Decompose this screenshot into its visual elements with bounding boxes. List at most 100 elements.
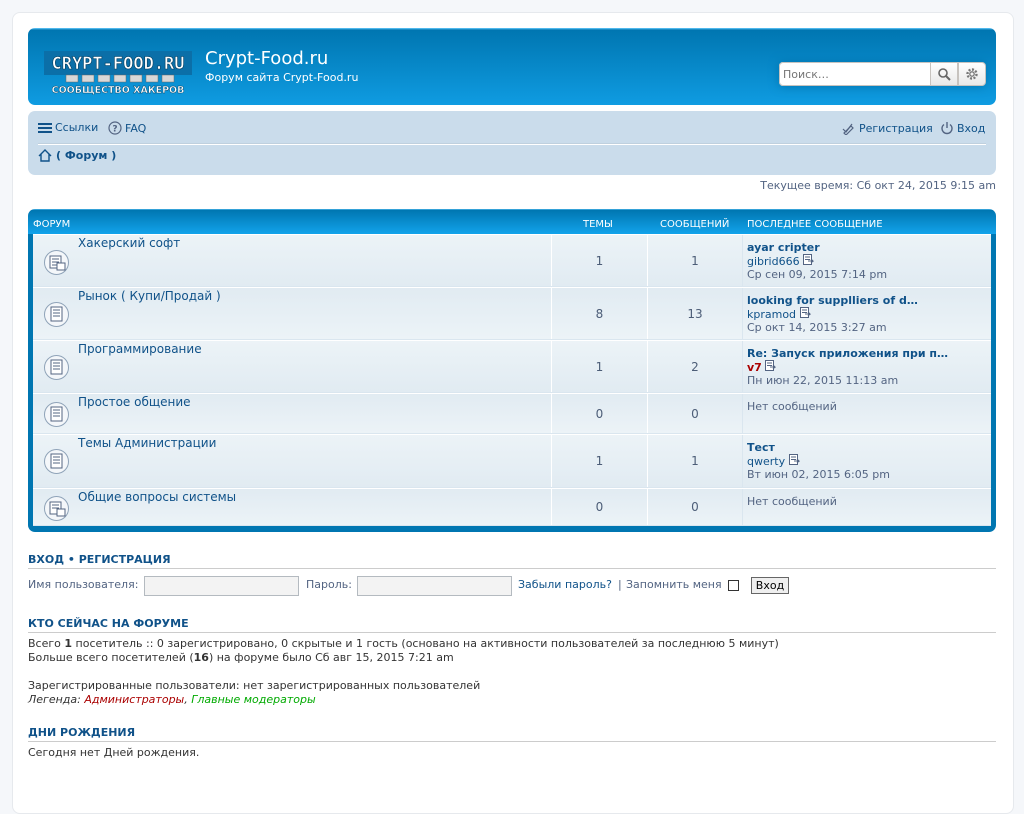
forum-posts-count: 13 [647,288,743,339]
last-post: ayar cripter gibrid666 Ср сен 09, 2015 7… [747,241,987,281]
nav-faq[interactable]: ? FAQ [108,121,146,135]
last-post-author[interactable]: gibrid666 [747,255,800,268]
last-post: Re: Запуск приложения при п… v7 Пн июн 2… [747,347,987,387]
search-input[interactable] [779,62,932,86]
site-title[interactable]: Crypt-Food.ru [205,48,328,69]
last-post-author[interactable]: qwerty [747,455,785,468]
legend-admins-link[interactable]: Администраторы [84,693,184,706]
header-topics: ТЕМЫ [583,219,613,230]
forum-name[interactable]: Темы Администрации [78,436,216,450]
forum-row: Простое общение 0 0 Нет сообщений [33,393,991,434]
remember-checkbox[interactable] [728,580,739,591]
forum-row: Программирование 1 2 Re: Запуск приложен… [33,340,991,393]
forum-topics-count: 1 [551,235,648,286]
last-post-author[interactable]: kpramod [747,308,796,321]
site-logo[interactable]: CRYPT-FOOD.RU СООБЩЕСТВО ХАКЕРОВ [44,49,192,96]
forum-topics-count: 0 [551,489,648,525]
forum-name[interactable]: Программирование [78,342,202,356]
login-title-link[interactable]: ВХОД [28,553,64,566]
online-total-count: 1 [64,637,73,650]
forum-posts-count: 0 [647,394,743,433]
header-posts: СООБЩЕНИЙ [660,219,730,230]
forum-topics-count: 1 [551,341,648,392]
header-last-post: ПОСЛЕДНЕЕ СООБЩЕНИЕ [747,219,883,230]
birthdays-text: Сегодня нет Дней рождения. [28,746,200,759]
last-post: Нет сообщений [747,400,987,413]
forum-row: Общие вопросы системы 0 0 Нет сообщений [33,488,991,526]
forum-topics-count: 8 [551,288,648,339]
last-post: Тест qwerty Вт июн 02, 2015 6:05 pm [747,441,987,481]
forum-posts-count: 2 [647,341,743,392]
forum-name[interactable]: Рынок ( Купи/Продай ) [78,289,221,303]
site-header: CRYPT-FOOD.RU СООБЩЕСТВО ХАКЕРОВ Crypt-F… [28,28,996,105]
last-post: looking for supplliers of d… kpramod Ср … [747,294,987,334]
forum-list: ФОРУМ ТЕМЫ СООБЩЕНИЙ ПОСЛЕДНЕЕ СООБЩЕНИЕ… [28,209,996,532]
legend-mods-link[interactable]: Главные модераторы [191,693,315,706]
register-title-link[interactable]: РЕГИСТРАЦИЯ [79,553,171,566]
breadcrumb[interactable]: ( Форум ) [38,149,116,162]
no-posts: Нет сообщений [747,400,837,413]
password-input[interactable] [357,576,512,596]
last-post-title[interactable]: looking for supplliers of d… [747,294,987,307]
forum-topics-count: 0 [551,394,648,433]
forum-posts-count: 1 [647,235,743,286]
nav-register-label: Регистрация [859,121,933,135]
register-icon [842,123,854,135]
forum-name[interactable]: Простое общение [78,395,191,409]
nav-login[interactable]: Вход [940,121,985,135]
no-posts: Нет сообщений [747,495,837,508]
view-post-icon[interactable] [765,360,777,371]
power-icon [941,122,953,135]
forum-row: Рынок ( Купи/Продай ) 8 13 looking for s… [33,287,991,340]
search-button[interactable] [930,62,958,86]
forum-row: Темы Администрации 1 1 Тест qwerty Вт ию… [33,434,991,488]
legend-label: Легенда: [28,693,85,706]
login-separator: | [618,578,622,591]
online-total-post: посетитель :: 0 зарегистрировано, 0 скры… [72,637,779,650]
online-divider [28,632,996,633]
svg-text:?: ? [112,125,117,135]
remember-label: Запомнить меня [626,578,722,591]
password-label: Пароль: [306,578,352,591]
search-icon [938,68,951,81]
view-post-icon[interactable] [799,307,811,318]
online-record-pre: Больше всего посетителей ( [28,651,194,664]
last-post-date: Вт июн 02, 2015 6:05 pm [747,468,890,481]
forgot-password-link[interactable]: Забыли пароль? [518,578,612,591]
login-section-title: ВХОД • РЕГИСТРАЦИЯ [28,553,171,566]
birthdays-divider [28,741,996,742]
menu-icon [38,122,52,133]
header-forum: ФОРУМ [33,219,71,230]
breadcrumb-forum[interactable]: ( Форум ) [56,149,116,162]
forum-read-icon [44,402,69,427]
forum-read-icon [44,496,69,521]
forum-name[interactable]: Общие вопросы системы [78,490,236,504]
forum-topics-count: 1 [551,435,648,487]
username-label: Имя пользователя: [28,578,139,591]
view-post-icon[interactable] [788,454,800,465]
last-post-author[interactable]: v7 [747,361,762,374]
home-icon [38,149,52,162]
last-post-title[interactable]: Re: Запуск приложения при п… [747,347,987,360]
nav-links[interactable]: Ссылки [38,121,98,134]
forum-name[interactable]: Хакерский софт [78,236,180,250]
online-total-pre: Всего [28,637,65,650]
last-post-date: Пн июн 22, 2015 11:13 am [747,374,899,387]
last-post-title[interactable]: Тест [747,441,987,454]
online-total: Всего 1 посетитель :: 0 зарегистрировано… [28,637,779,650]
online-record-post: ) на форуме было Сб авг 15, 2015 7:21 am [208,651,454,664]
login-submit-button[interactable]: Вход [751,577,789,594]
advanced-search-button[interactable] [958,62,986,86]
navbar-divider [38,143,986,145]
birthdays-title: ДНИ РОЖДЕНИЯ [28,726,136,739]
svg-text:СООБЩЕСТВО ХАКЕРОВ: СООБЩЕСТВО ХАКЕРОВ [52,85,185,95]
nav-register[interactable]: Регистрация [842,121,933,135]
online-title[interactable]: КТО СЕЙЧАС НА ФОРУМЕ [28,617,189,630]
title-separator: • [67,553,75,566]
gear-icon [966,68,978,80]
faq-icon: ? [108,121,122,135]
view-post-icon[interactable] [803,254,815,265]
username-input[interactable] [144,576,299,596]
registered-users: Зарегистрированные пользователи: нет зар… [28,679,481,692]
last-post-title[interactable]: ayar cripter [747,241,987,254]
